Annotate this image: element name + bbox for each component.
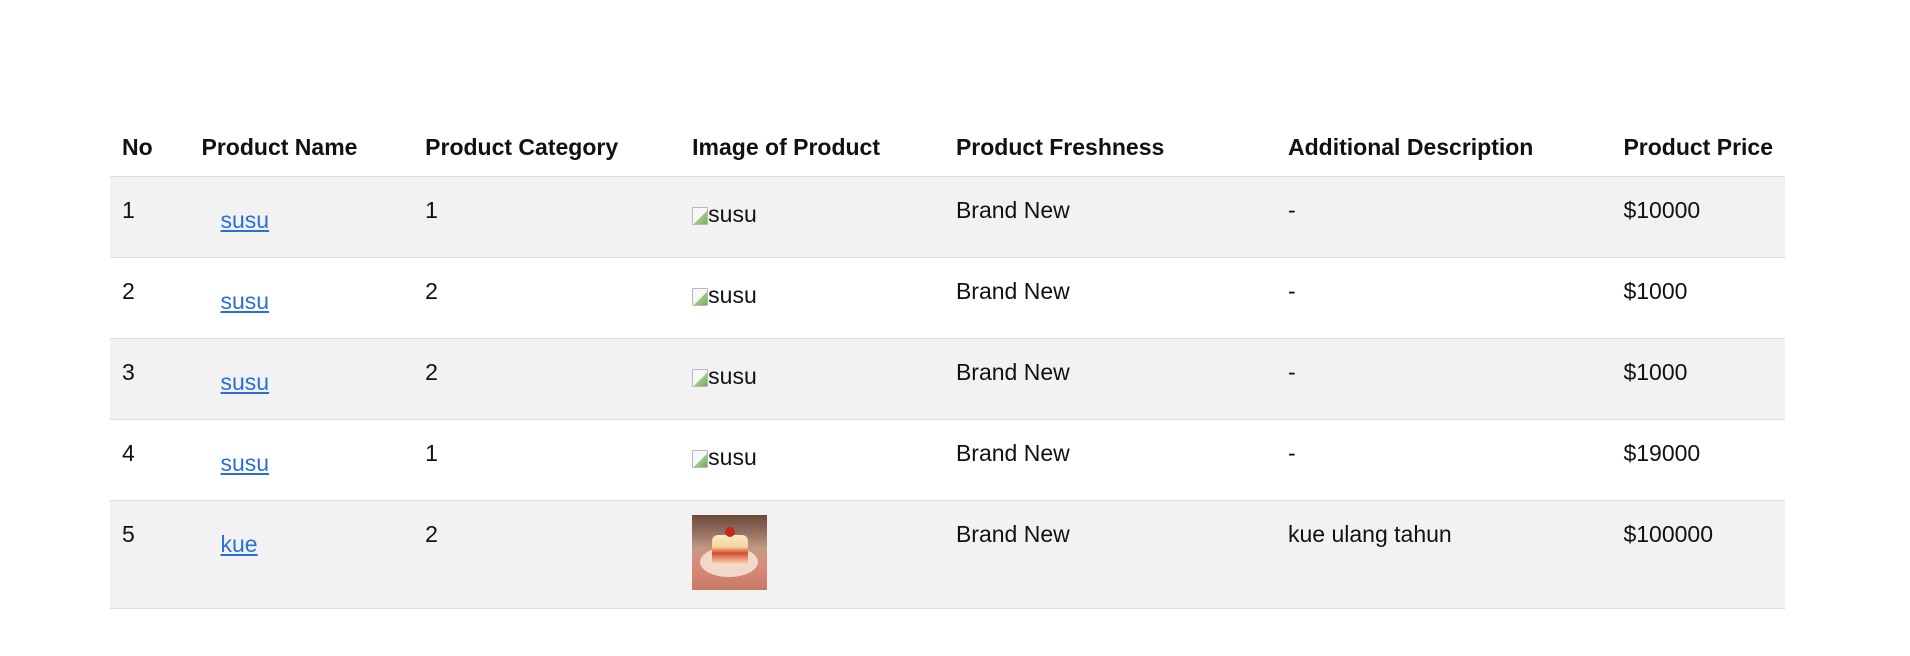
cell-description: kue ulang tahun (1276, 500, 1612, 609)
table-row: 2 susu 2 susu Brand New - $1000 (110, 257, 1785, 339)
image-alt-text: susu (708, 444, 757, 470)
product-name-link[interactable]: susu (221, 288, 270, 315)
image-alt-text: susu (708, 363, 757, 389)
cell-category: 1 (413, 419, 681, 501)
broken-image-icon (692, 207, 709, 225)
broken-image-icon (692, 288, 709, 306)
broken-image-icon (692, 450, 709, 468)
table-row: 3 susu 2 susu Brand New - $1000 (110, 338, 1785, 420)
cell-no: 3 (110, 338, 190, 420)
header-no: No (110, 118, 190, 177)
cell-freshness: Brand New (943, 500, 1277, 609)
cell-product-name: susu (189, 419, 414, 501)
cell-price: $1000 (1611, 257, 1785, 339)
header-product-name: Product Name (189, 118, 414, 177)
broken-image: susu (692, 363, 757, 390)
image-alt-text: susu (708, 201, 757, 227)
header-product-freshness: Product Freshness (943, 118, 1277, 177)
cell-image: susu (680, 176, 944, 258)
page: No Product Name Product Category Image o… (0, 0, 1910, 656)
header-product-category: Product Category (413, 118, 681, 177)
cell-category: 2 (413, 338, 681, 420)
cake-shape (712, 535, 749, 565)
products-table: No Product Name Product Category Image o… (110, 118, 1785, 609)
cell-no: 2 (110, 257, 190, 339)
cell-image: susu (680, 338, 944, 420)
cell-category: 1 (413, 176, 681, 258)
cell-description: - (1276, 257, 1612, 339)
cell-product-name: kue (189, 500, 414, 609)
cell-price: $100000 (1611, 500, 1785, 609)
cell-freshness: Brand New (943, 176, 1277, 258)
product-name-link[interactable]: kue (221, 531, 258, 558)
cell-image: susu (680, 257, 944, 339)
cell-no: 1 (110, 176, 190, 258)
cell-image (680, 500, 944, 609)
product-name-link[interactable]: susu (221, 450, 270, 477)
table-row: 1 susu 1 susu Brand New - $10000 (110, 176, 1785, 258)
cell-price: $1000 (1611, 338, 1785, 420)
cake-image (692, 515, 768, 590)
product-name-link[interactable]: susu (221, 369, 270, 396)
cell-product-name: susu (189, 338, 414, 420)
cell-price: $19000 (1611, 419, 1785, 501)
cell-product-name: susu (189, 257, 414, 339)
cell-no: 5 (110, 500, 190, 609)
cell-image: susu (680, 419, 944, 501)
cell-no: 4 (110, 419, 190, 501)
cell-description: - (1276, 338, 1612, 420)
cell-description: - (1276, 176, 1612, 258)
cell-freshness: Brand New (943, 419, 1277, 501)
cell-freshness: Brand New (943, 338, 1277, 420)
broken-image-icon (692, 369, 709, 387)
cell-category: 2 (413, 257, 681, 339)
cell-price: $10000 (1611, 176, 1785, 258)
table-row: 4 susu 1 susu Brand New - $19000 (110, 419, 1785, 501)
cell-category: 2 (413, 500, 681, 609)
header-additional-description: Additional Description (1276, 118, 1612, 177)
broken-image: susu (692, 444, 757, 471)
cell-freshness: Brand New (943, 257, 1277, 339)
header-image-of-product: Image of Product (680, 118, 944, 177)
cell-product-name: susu (189, 176, 414, 258)
product-name-link[interactable]: susu (221, 207, 270, 234)
cell-description: - (1276, 419, 1612, 501)
image-alt-text: susu (708, 282, 757, 308)
table-row: 5 kue 2 Brand New kue ulang tahun $10000… (110, 500, 1785, 609)
broken-image: susu (692, 282, 757, 309)
broken-image: susu (692, 201, 757, 228)
table-header-row: No Product Name Product Category Image o… (110, 118, 1785, 177)
header-product-price: Product Price (1611, 118, 1785, 177)
